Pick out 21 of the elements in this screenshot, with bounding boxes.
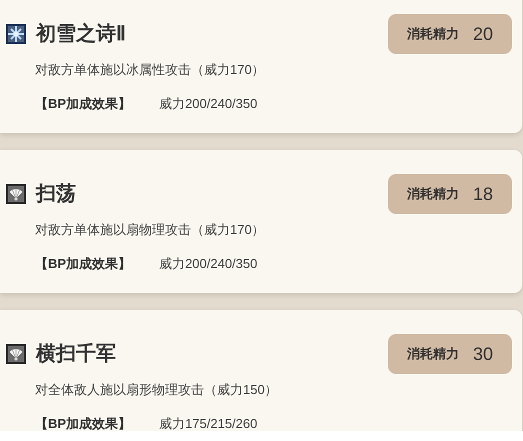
skill-description: 对敌方单体施以扇物理攻击（威力170） [35,221,266,239]
cost-label: 消耗精力 [406,185,459,204]
cost-label: 消耗精力 [406,345,459,364]
bp-label: 【BP加成效果】 [35,254,132,272]
bp-value: 威力175/215/260 [159,414,258,431]
snowflake-icon [6,24,26,44]
skill-description: 对全体敌人施以扇形物理攻击（威力150） [35,381,279,399]
bp-value: 威力200/240/350 [159,254,258,272]
skill-name: 扫荡 [36,182,76,207]
cost-value: 20 [472,22,494,46]
bp-label: 【BP加成效果】 [35,414,132,431]
cost-label: 消耗精力 [406,25,459,44]
cost-value: 30 [472,342,494,366]
cost-value: 18 [472,182,494,206]
fan-icon [6,184,26,204]
fan-icon [6,344,26,364]
skill-name: 初雪之诗Ⅱ [36,22,126,47]
skill-description: 对敌方单体施以冰属性攻击（威力170） [35,61,266,79]
bp-label: 【BP加成效果】 [35,94,132,112]
skill-name: 横扫千军 [36,342,116,367]
bp-value: 威力200/240/350 [159,94,258,112]
